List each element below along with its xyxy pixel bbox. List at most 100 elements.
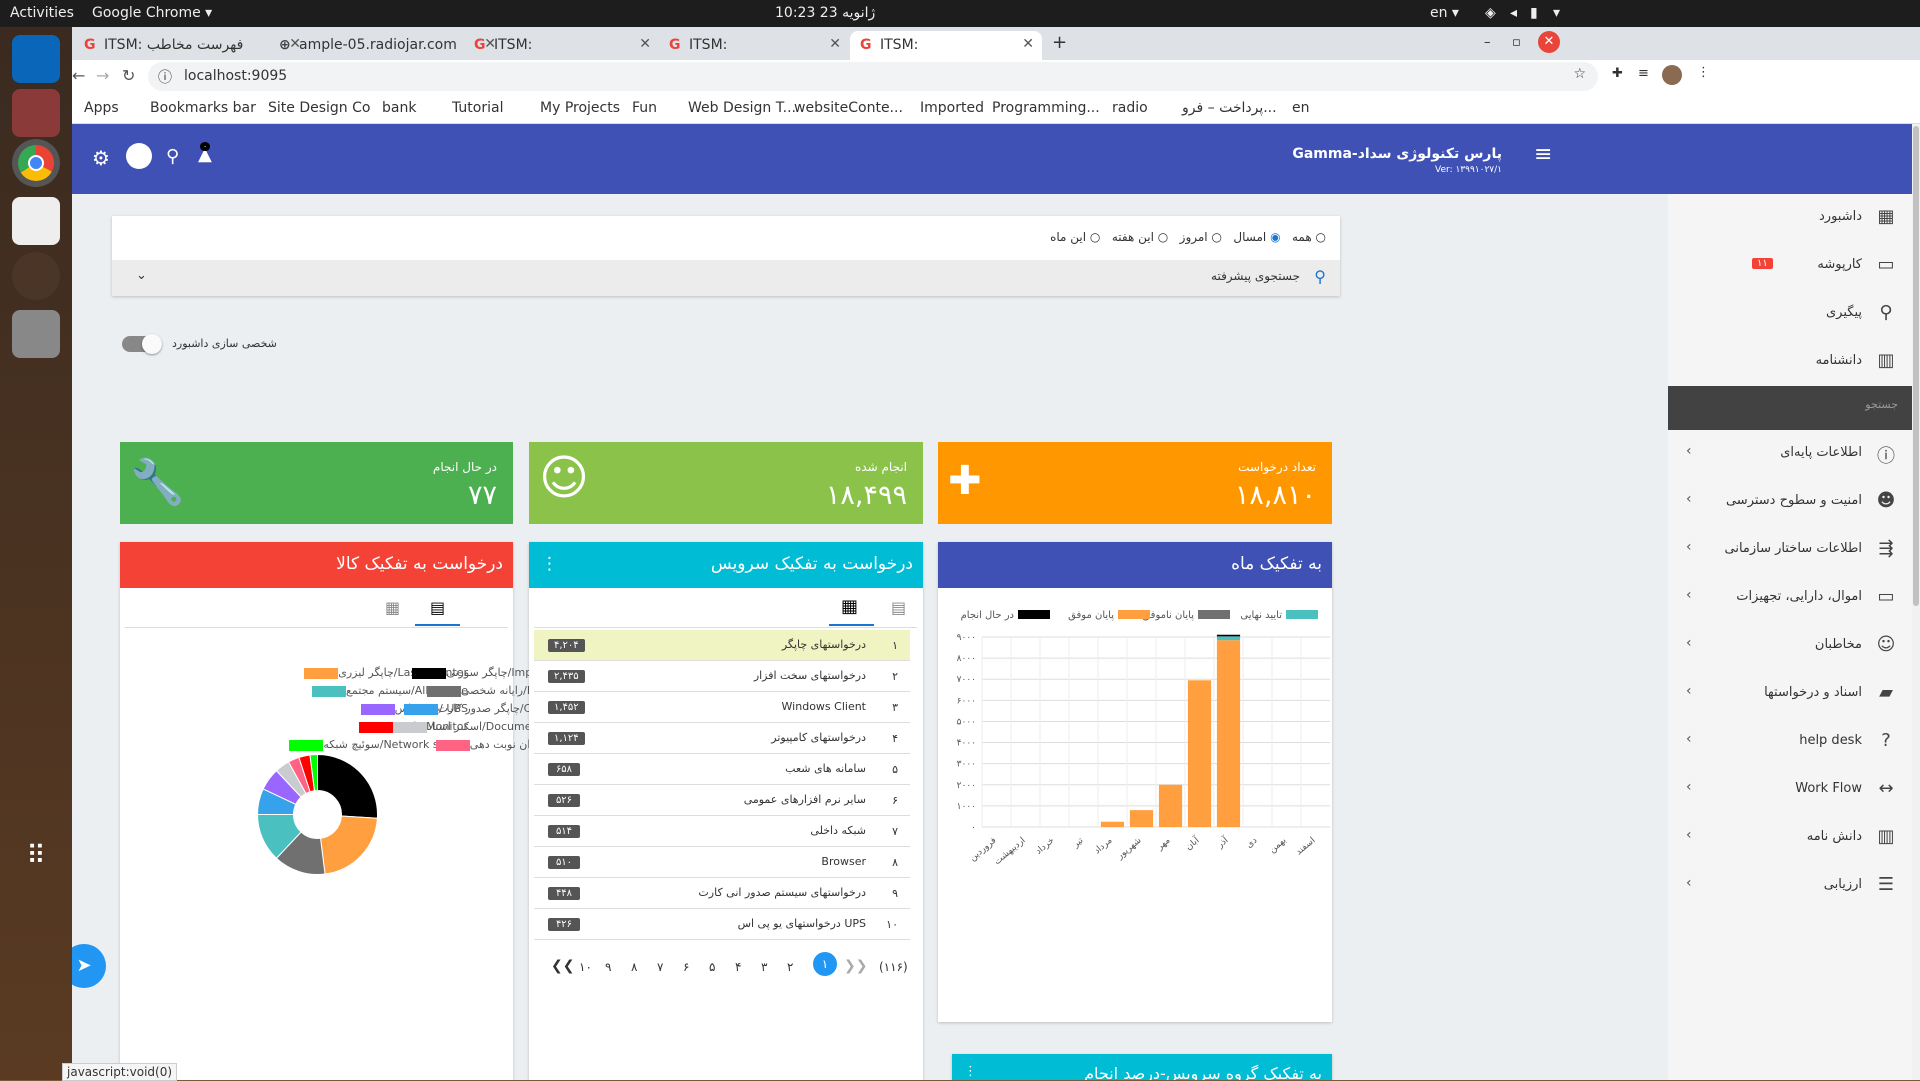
show-apps-icon[interactable]: ⠿ [12,832,60,880]
bookmark-folder[interactable]: websiteConte... [794,100,903,116]
radio-week[interactable]: ○ این هفته [1112,230,1168,244]
chart-view-icon[interactable]: ▤ [891,598,906,617]
more-icon[interactable]: ⋮ [964,1064,977,1079]
table-row[interactable]: ۸ Browser ۵۱۰ [534,847,910,878]
power-menu-icon[interactable]: ▾ [1553,5,1560,21]
pie-slice[interactable] [319,815,378,875]
scrollbar-thumb[interactable] [1913,126,1919,606]
globe-icon[interactable] [126,143,152,169]
table-row[interactable]: ۵ سامانه های شعب ۶۵۸ [534,754,910,785]
sidebar-item[interactable]: ▦ داشبورد [1668,194,1912,242]
table-row[interactable]: ۹ درخواستهای سیستم صدور انی کارت ۴۴۸ [534,878,910,909]
more-icon[interactable]: ⋮ [541,554,558,574]
table-row[interactable]: ۴ درخواستهای کامپیوتر ۱,۱۲۴ [534,723,910,754]
table-row[interactable]: ۷ شبکه داخلی ۵۱۴ [534,816,910,847]
table-row[interactable]: ۱ درخواستهای چاپگر ۴,۲۰۴ [534,630,910,661]
close-window-button[interactable]: ✕ [1538,31,1560,53]
close-tab-icon[interactable]: ✕ [829,36,841,52]
hamburger-icon[interactable]: ≡ [1534,142,1552,167]
page-button[interactable]: ۱۰ [579,960,592,974]
telegram-icon[interactable]: ➤ [72,944,106,988]
bookmark-folder[interactable]: radio [1112,100,1148,116]
table-row[interactable]: ۱۰ درخواستهای یو پی اس UPS ۴۲۶ [534,909,910,940]
bookmark-apps[interactable]: Apps [84,100,119,116]
radio-today[interactable]: ○ امروز [1180,230,1222,244]
close-tab-icon[interactable]: ✕ [639,36,651,52]
bookmark-folder[interactable]: Bookmarks bar [150,100,256,116]
bar[interactable] [1158,784,1183,827]
bar[interactable] [1187,680,1212,827]
stat-card-total[interactable]: ✚ تعداد درخواست ۱۸,۸۱۰ [938,442,1332,524]
sidebar-item[interactable]: ⓘ اطلاعات پایه‌ای ‹ [1668,430,1912,478]
back-icon[interactable]: ← [72,66,85,85]
activities-button[interactable]: Activities [10,5,74,21]
sidebar-item[interactable]: ▥ دانش نامه ‹ [1668,814,1912,862]
table-row[interactable]: ۶ سایر نرم افزارهای عمومی ۵۲۶ [534,785,910,816]
lang-menu[interactable]: en ▾ [1430,5,1459,21]
extensions-icon[interactable]: ✚ [1612,66,1623,81]
bookmark-folder[interactable]: Web Design T... [688,100,796,116]
sidebar-item[interactable]: ⚲ پیگیری [1668,290,1912,338]
sidebar-item[interactable]: ▭ اموال، دارایی، تجهیزات ‹ [1668,574,1912,622]
text-editor-icon[interactable] [12,197,60,245]
chrome-app-menu[interactable]: Google Chrome ▾ [92,5,212,21]
page-button[interactable]: ۲ [787,960,793,974]
tab-4[interactable]: G ITSM: ✕ [659,31,849,60]
tab-3[interactable]: G ITSM: ✕ [464,31,659,60]
settings-icon[interactable]: ⚙ [92,146,110,170]
media-icon[interactable]: ≡ [1638,66,1649,81]
stat-card-done[interactable]: ☺ انجام شده ۱۸,۴۹۹ [529,442,923,524]
page-button[interactable]: ۷ [657,960,663,974]
address-bar[interactable]: ⓘ localhost:9095 ☆ [148,62,1598,91]
table-row[interactable]: ۲ درخواستهای سخت افزار ۲,۴۳۵ [534,661,910,692]
menu-icon[interactable]: ⋮ [1697,65,1710,80]
volume-icon[interactable]: ◂ [1510,5,1517,21]
sidebar-item[interactable]: ☻ امنیت و سطوح دسترسی ‹ [1668,478,1912,526]
radio-all[interactable]: ○ همه [1292,230,1326,244]
page-button[interactable]: ۱ [813,952,837,976]
stat-card-progress[interactable]: 🔧 در حال انجام ۷۷ [120,442,513,524]
chart-view-icon[interactable]: ▤ [430,598,445,617]
sidebar-item[interactable]: ↔ Work Flow ‹ [1668,766,1912,814]
bookmark-folder[interactable]: bank [382,100,416,116]
files-icon[interactable] [12,89,60,137]
radio-month[interactable]: ○ این ماه [1050,230,1100,244]
sidebar-item[interactable]: ▥ دانشنامه [1668,338,1912,386]
profile-avatar[interactable] [1662,65,1682,85]
bookmark-folder[interactable]: Imported [920,100,984,116]
sidebar-item[interactable]: ? help desk ‹ [1668,718,1912,766]
sidebar-item[interactable]: ☺ مخاطبان ‹ [1668,622,1912,670]
page-button[interactable]: ۸ [631,960,637,974]
sidebar-item[interactable]: ☰ ارزیابی ‹ [1668,862,1912,910]
bookmark-item[interactable]: Programming... [992,100,1100,116]
vscode-icon[interactable] [12,35,60,83]
gimp-icon[interactable] [12,252,60,300]
sidebar-item[interactable]: ▭ کارپوشه ۱۱ [1668,242,1912,290]
next-page-icon[interactable]: ❯❯ [844,958,867,974]
page-button[interactable]: ۶ [683,960,689,974]
table-view-icon[interactable]: ▦ [841,596,858,617]
info-icon[interactable]: ⓘ [158,67,172,87]
table-row[interactable]: ۳ Windows Client ۱,۴۵۲ [534,692,910,723]
maximize-button[interactable]: ▫ [1512,35,1521,50]
page-button[interactable]: ۵ [709,960,715,974]
tab-5-active[interactable]: G ITSM: ✕ [850,31,1042,60]
page-button[interactable]: ۳ [761,960,767,974]
bar[interactable] [1100,821,1125,827]
personalize-toggle[interactable] [122,334,162,354]
forward-icon[interactable]: → [96,66,109,85]
bar[interactable] [1129,810,1154,827]
bookmark-folder[interactable]: Site Design Co [268,100,370,116]
bookmark-item[interactable]: پرداخت – فرو... [1182,100,1277,116]
bar[interactable] [1216,634,1241,637]
radio-year[interactable]: ◉ [1270,230,1280,244]
bookmark-folder[interactable]: Tutorial [452,100,503,116]
sidebar-item[interactable]: ⇶ اطلاعات ساختار سازمانی ‹ [1668,526,1912,574]
battery-icon[interactable]: ▮ [1530,5,1538,21]
sidebar-item[interactable]: ▰ اسناد و درخواستها ‹ [1668,670,1912,718]
prev-page-icon[interactable]: ❮❮ [551,958,574,974]
reload-icon[interactable]: ↻ [122,66,135,85]
bookmark-folder[interactable]: My Projects [540,100,620,116]
disk-icon[interactable] [12,310,60,358]
sidebar-search[interactable]: جستجو [1668,386,1912,430]
